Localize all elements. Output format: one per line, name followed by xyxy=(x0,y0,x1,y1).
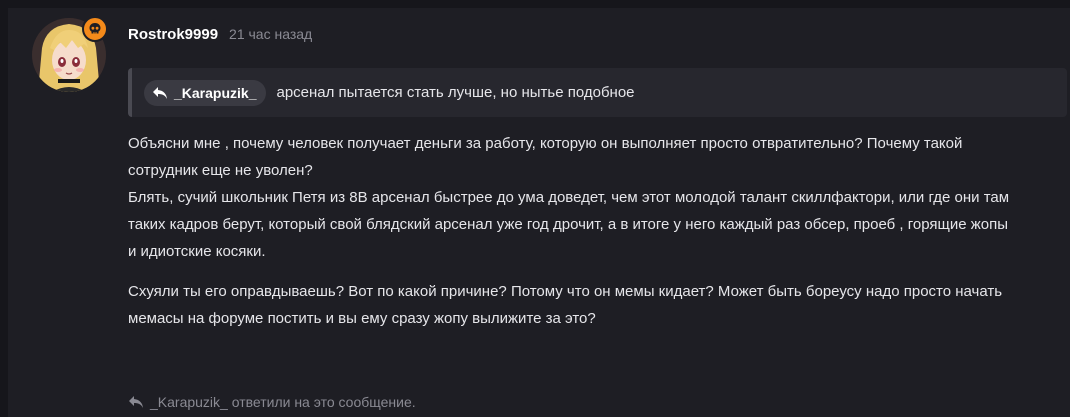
quote-text: арсенал пытается стать лучше, но нытье п… xyxy=(276,84,635,101)
body-line: и идиотские косяки. xyxy=(128,243,266,260)
body-line: мемасы на форуме постить и вы ему сразу … xyxy=(128,310,596,327)
post-body: Объясни мне , почему человек получает де… xyxy=(128,130,1068,332)
body-line: таких кадров берут, который свой блядски… xyxy=(128,216,1009,233)
reply-arrow-icon xyxy=(129,396,143,408)
forum-post: Rostrok9999 21 час назад _Karapuzik_ арс… xyxy=(0,0,1070,417)
reply-note-text: ответили на это сообщение. xyxy=(231,394,416,410)
quoted-message[interactable]: _Karapuzik_ арсенал пытается стать лучше… xyxy=(128,68,1067,117)
body-line: сотрудник еще не уволен? xyxy=(128,162,313,179)
quote-author-name: _Karapuzik_ xyxy=(174,84,257,101)
author-name[interactable]: Rostrok9999 xyxy=(128,26,218,43)
body-line: Блять, сучий школьник Петя из 8В арсенал… xyxy=(128,189,1010,206)
body-line: Объясни мне , почему человек получает де… xyxy=(128,135,963,152)
replies-note[interactable]: _Karapuzik_ ответили на это сообщение. xyxy=(128,394,416,410)
post-header: Rostrok9999 21 час назад xyxy=(128,23,312,45)
body-line: Схуяли ты его оправдываешь? Вот по какой… xyxy=(128,283,1003,300)
reply-user-link[interactable]: _Karapuzik_ xyxy=(150,394,228,410)
post-timestamp: 21 час назад xyxy=(229,26,313,42)
reply-arrow-icon xyxy=(153,86,167,99)
quote-author-chip[interactable]: _Karapuzik_ xyxy=(144,79,267,106)
avatar-container[interactable] xyxy=(32,16,108,92)
skull-icon xyxy=(82,16,108,42)
